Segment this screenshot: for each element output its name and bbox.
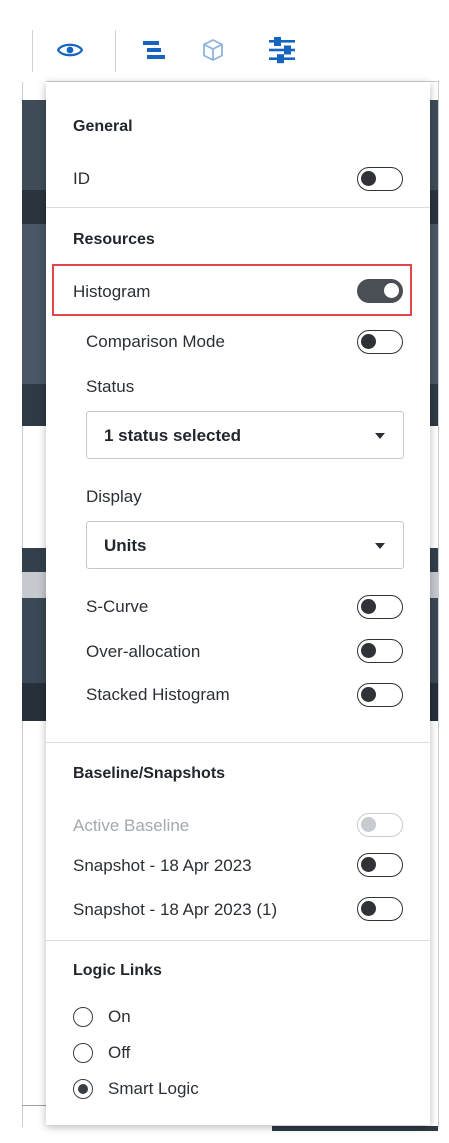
background-row [430, 548, 438, 572]
chevron-down-icon [375, 543, 385, 549]
logic-links-radio-smart-logic[interactable] [73, 1079, 93, 1099]
section-divider [46, 207, 430, 208]
background-row [22, 548, 46, 572]
toolbar [0, 0, 449, 82]
stacked-histogram-toggle[interactable] [357, 683, 403, 707]
snapshot-2-label: Snapshot - 18 Apr 2023 (1) [73, 900, 278, 919]
chevron-down-icon [375, 433, 385, 439]
over-allocation-label: Over-allocation [86, 642, 201, 661]
snapshot-1-toggle[interactable] [357, 853, 403, 877]
status-label: Status [86, 377, 135, 396]
logic-links-radio-on[interactable] [73, 1007, 93, 1027]
background-row [430, 190, 438, 224]
background-row [22, 190, 46, 224]
background-row [22, 224, 46, 384]
toggle-knob [361, 643, 376, 658]
eye-icon[interactable] [52, 32, 88, 68]
sliders-icon[interactable] [264, 32, 300, 68]
logic-links-option-on: On [108, 1007, 131, 1026]
active-baseline-label: Active Baseline [73, 816, 190, 835]
background-row [430, 384, 438, 426]
toggle-knob [361, 599, 376, 614]
toggle-knob [361, 334, 376, 349]
toggle-knob [384, 283, 399, 298]
toolbar-separator [115, 30, 116, 72]
logic-links-option-off: Off [108, 1043, 131, 1062]
background-row [22, 598, 46, 683]
snapshot-2-toggle[interactable] [357, 897, 403, 921]
background-row [22, 384, 46, 426]
cube-icon[interactable] [195, 32, 231, 68]
s-curve-toggle[interactable] [357, 595, 403, 619]
toolbar-separator [32, 30, 33, 72]
display-select-value: Units [104, 536, 147, 555]
page-border [438, 82, 439, 1127]
histogram-toggle[interactable] [357, 279, 403, 303]
gantt-bars-icon[interactable] [136, 32, 172, 68]
display-label: Display [86, 487, 142, 506]
comparison-mode-toggle[interactable] [357, 330, 403, 354]
id-toggle[interactable] [357, 167, 403, 191]
section-divider [46, 742, 430, 743]
background-row [22, 572, 46, 598]
section-title-logic-links: Logic Links [73, 962, 162, 979]
snapshot-1-label: Snapshot - 18 Apr 2023 [73, 856, 252, 875]
stacked-histogram-label: Stacked Histogram [86, 685, 230, 704]
status-select[interactable]: 1 status selected [86, 411, 404, 459]
toggle-knob [361, 817, 376, 832]
background-row [430, 224, 438, 384]
background-row [430, 683, 438, 721]
logic-links-radio-off[interactable] [73, 1043, 93, 1063]
s-curve-label: S-Curve [86, 597, 149, 616]
background-row [22, 100, 46, 190]
background-row [430, 572, 438, 598]
display-select[interactable]: Units [86, 521, 404, 569]
comparison-mode-label: Comparison Mode [86, 332, 225, 351]
status-select-value: 1 status selected [104, 426, 242, 445]
section-divider [46, 940, 430, 941]
background-row [430, 100, 438, 190]
active-baseline-toggle [357, 813, 403, 837]
section-title-baseline: Baseline/Snapshots [73, 765, 226, 782]
section-title-resources: Resources [73, 231, 155, 248]
background-row [430, 598, 438, 683]
histogram-label: Histogram [73, 282, 151, 301]
view-settings-panel: General ID Resources Histogram Compariso… [46, 82, 430, 1125]
toggle-knob [361, 687, 376, 702]
toggle-knob [361, 857, 376, 872]
background-row [22, 1105, 46, 1106]
toggle-knob [361, 901, 376, 916]
id-label: ID [73, 169, 90, 188]
background-row [272, 1126, 438, 1131]
logic-links-option-smart-logic: Smart Logic [108, 1079, 199, 1098]
background-row [22, 683, 46, 721]
section-title-general: General [73, 118, 133, 135]
toggle-knob [361, 171, 376, 186]
over-allocation-toggle[interactable] [357, 639, 403, 663]
